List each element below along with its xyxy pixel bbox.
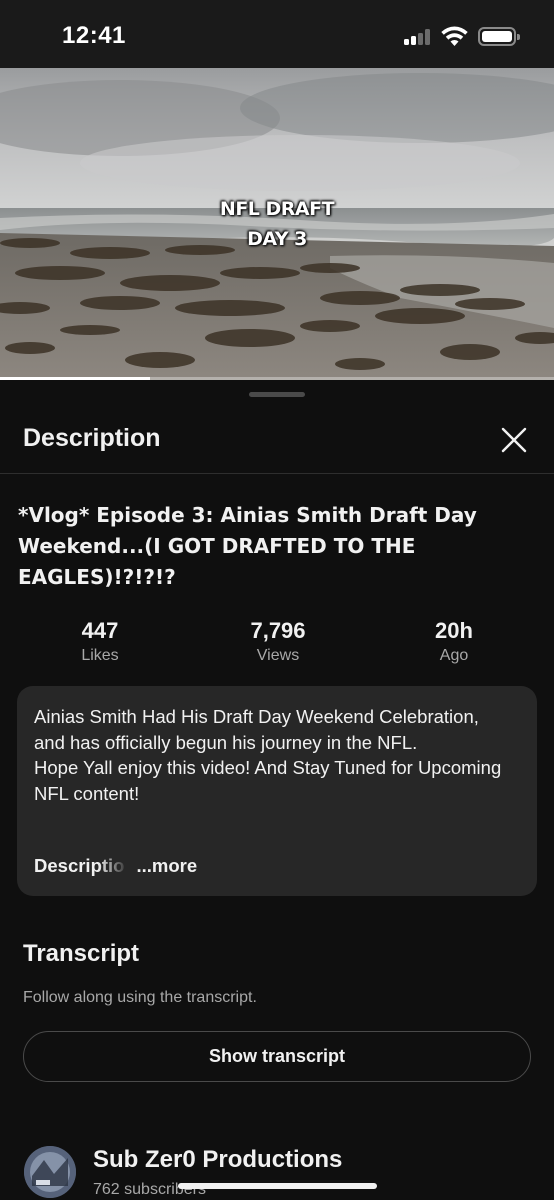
video-title: *Vlog* Episode 3: Ainias Smith Draft Day… bbox=[18, 503, 477, 589]
wifi-icon bbox=[441, 25, 468, 47]
caption-line-1: NFL DRAFT bbox=[219, 198, 335, 220]
channel-row[interactable]: Sub Zer0 Productions 762 subscribers bbox=[0, 1140, 554, 1200]
description-sheet: Description *Vlog* Episode 3: Ainias Smi… bbox=[0, 380, 554, 1200]
channel-name[interactable]: Sub Zer0 Productions bbox=[93, 1146, 342, 1174]
caption-line-2: DAY 3 bbox=[247, 228, 307, 250]
video-stats: 447 Likes 7,796 Views 20h Ago bbox=[0, 618, 554, 674]
show-transcript-button[interactable]: Show transcript bbox=[23, 1031, 531, 1082]
description-truncated: Descriptio bbox=[34, 855, 125, 876]
more-link[interactable]: ...more bbox=[136, 855, 197, 876]
divider bbox=[0, 473, 554, 474]
drag-handle[interactable] bbox=[249, 392, 305, 397]
video-caption: NFL DRAFT DAY 3 bbox=[0, 194, 554, 254]
description-box[interactable]: Ainias Smith Had His Draft Day Weekend C… bbox=[17, 686, 537, 896]
sheet-title: Description bbox=[23, 424, 161, 452]
transcript-subtitle: Follow along using the transcript. bbox=[23, 989, 257, 1006]
age-value: 20h bbox=[435, 618, 473, 643]
close-button[interactable] bbox=[496, 422, 532, 458]
close-icon bbox=[501, 427, 527, 453]
cellular-signal-icon bbox=[404, 29, 434, 45]
views-count: 7,796 bbox=[250, 618, 306, 643]
status-bar: 12:41 bbox=[0, 0, 554, 68]
description-line: Hope Yall enjoy this video! And Stay Tun… bbox=[34, 757, 502, 804]
views-label: Views bbox=[256, 647, 300, 664]
video-player[interactable]: NFL DRAFT DAY 3 bbox=[0, 68, 554, 380]
transcript-title: Transcript bbox=[23, 940, 140, 967]
description-text: Ainias Smith Had His Draft Day Weekend C… bbox=[34, 704, 514, 806]
description-footer: Descriptio ...more bbox=[34, 855, 197, 877]
stat-likes: 447 Likes bbox=[30, 618, 170, 665]
age-label: Ago bbox=[439, 647, 469, 664]
avatar[interactable] bbox=[24, 1146, 76, 1198]
battery-icon bbox=[478, 27, 520, 46]
likes-count: 447 bbox=[81, 618, 119, 643]
status-time: 12:41 bbox=[62, 22, 126, 49]
stat-views: 7,796 Views bbox=[208, 618, 348, 665]
stat-age: 20h Ago bbox=[384, 618, 524, 665]
likes-label: Likes bbox=[81, 647, 119, 664]
home-indicator[interactable] bbox=[178, 1183, 377, 1189]
description-line: Ainias Smith Had His Draft Day Weekend C… bbox=[34, 706, 479, 753]
